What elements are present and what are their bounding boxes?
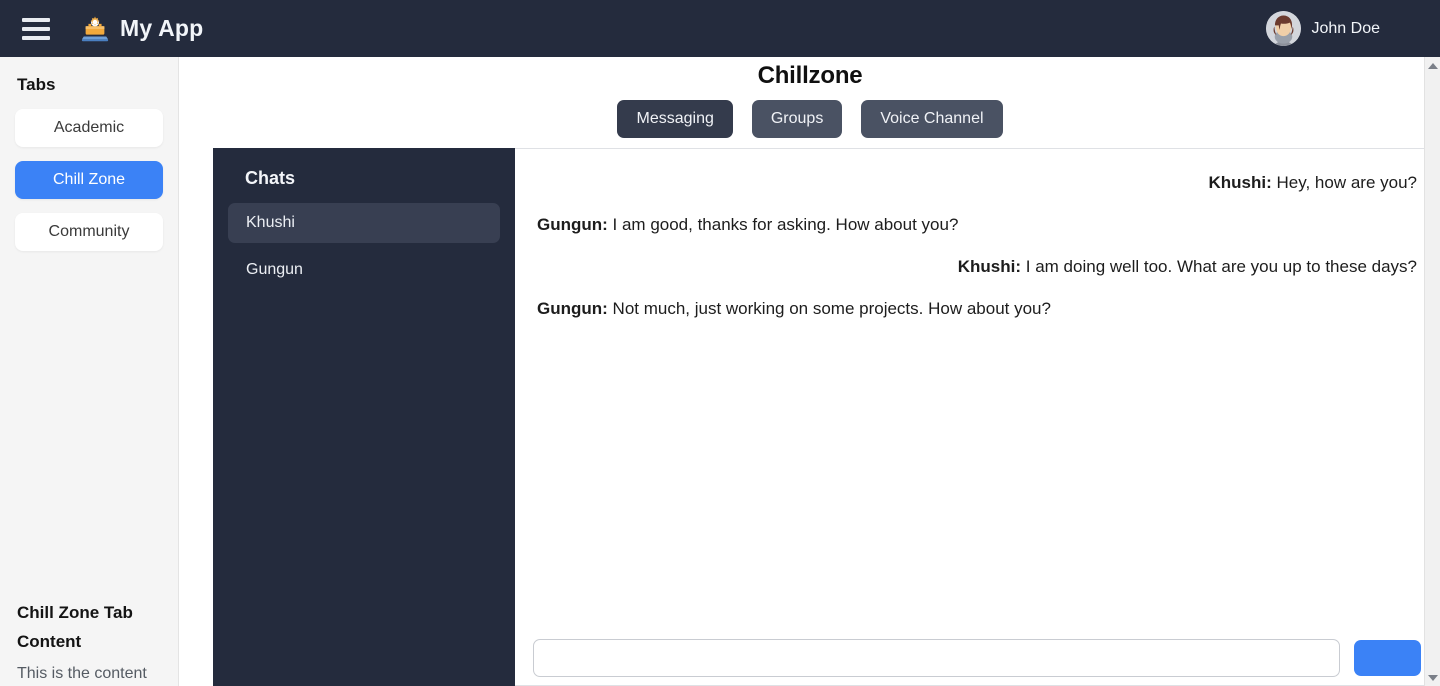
page-title: Chillzone [757, 62, 863, 89]
conversation-panel: Khushi: Hey, how are you? Gungun: I am g… [515, 148, 1440, 686]
message-text: I am good, thanks for asking. How about … [607, 215, 959, 234]
chat-list-item-gungun[interactable]: Gungun [228, 250, 500, 290]
tab-groups[interactable]: Groups [751, 100, 843, 138]
hamburger-menu-icon[interactable] [22, 17, 50, 40]
tab-messaging[interactable]: Messaging [617, 100, 733, 138]
channel-tab-bar: Messaging Groups Voice Channel [180, 100, 1440, 138]
hamburger-line [22, 35, 50, 40]
scroll-down-arrow-icon[interactable] [1425, 669, 1440, 686]
message-row: Khushi: I am doing well too. What are yo… [537, 255, 1417, 279]
main-content: Chillzone Messaging Groups Voice Channel… [180, 57, 1440, 686]
sidebar-content-text: This is the content [17, 665, 147, 682]
message-sender: Khushi: [957, 257, 1022, 276]
chat-list-heading: Chats [245, 168, 296, 188]
chat-container: Chats Khushi Gungun Khushi: Hey, how are… [213, 148, 1440, 686]
message-input[interactable] [533, 639, 1340, 677]
tab-voice-channel[interactable]: Voice Channel [861, 100, 1003, 138]
scroll-up-arrow-icon[interactable] [1425, 57, 1440, 74]
message-list: Khushi: Hey, how are you? Gungun: I am g… [515, 149, 1439, 631]
sidebar-tab-community[interactable]: Community [15, 213, 163, 251]
chat-list-panel: Chats Khushi Gungun [213, 148, 515, 686]
user-avatar [1265, 11, 1301, 46]
message-composer [515, 631, 1439, 685]
message-text: Not much, just working on some projects.… [607, 299, 1051, 318]
chat-list-item-khushi[interactable]: Khushi [228, 203, 500, 243]
app-title: My App [120, 15, 204, 41]
sidebar-tab-academic[interactable]: Academic [15, 109, 163, 147]
user-name: John Doe [1311, 19, 1381, 37]
message-row: Gungun: I am good, thanks for asking. Ho… [537, 213, 1417, 237]
message-row: Khushi: Hey, how are you? [537, 171, 1418, 195]
app-logo-icon [81, 15, 109, 41]
message-text: Hey, how are you? [1271, 173, 1418, 192]
sidebar-tab-content: Chill Zone Tab Content This is the conte… [17, 598, 167, 686]
message-sender: Khushi: [1208, 173, 1272, 192]
message-row: Gungun: Not much, just working on some p… [537, 297, 1417, 321]
hamburger-line [22, 17, 50, 22]
send-button[interactable] [1354, 640, 1421, 676]
hamburger-line [22, 26, 50, 31]
sidebar-content-title: Chill Zone Tab Content [17, 603, 133, 651]
user-menu[interactable]: John Doe [1265, 11, 1425, 46]
message-text: I am doing well too. What are you up to … [1021, 257, 1417, 276]
page-scrollbar[interactable] [1424, 57, 1440, 686]
sidebar-heading: Tabs [17, 75, 56, 94]
message-sender: Gungun: [537, 299, 608, 318]
sidebar-tab-chill-zone[interactable]: Chill Zone [15, 161, 163, 199]
left-sidebar: Tabs Academic Chill Zone Community Chill… [0, 57, 179, 686]
message-sender: Gungun: [537, 215, 608, 234]
brand-home-link[interactable]: My App [80, 14, 203, 44]
top-navigation-bar: My App John Doe [0, 0, 1440, 57]
